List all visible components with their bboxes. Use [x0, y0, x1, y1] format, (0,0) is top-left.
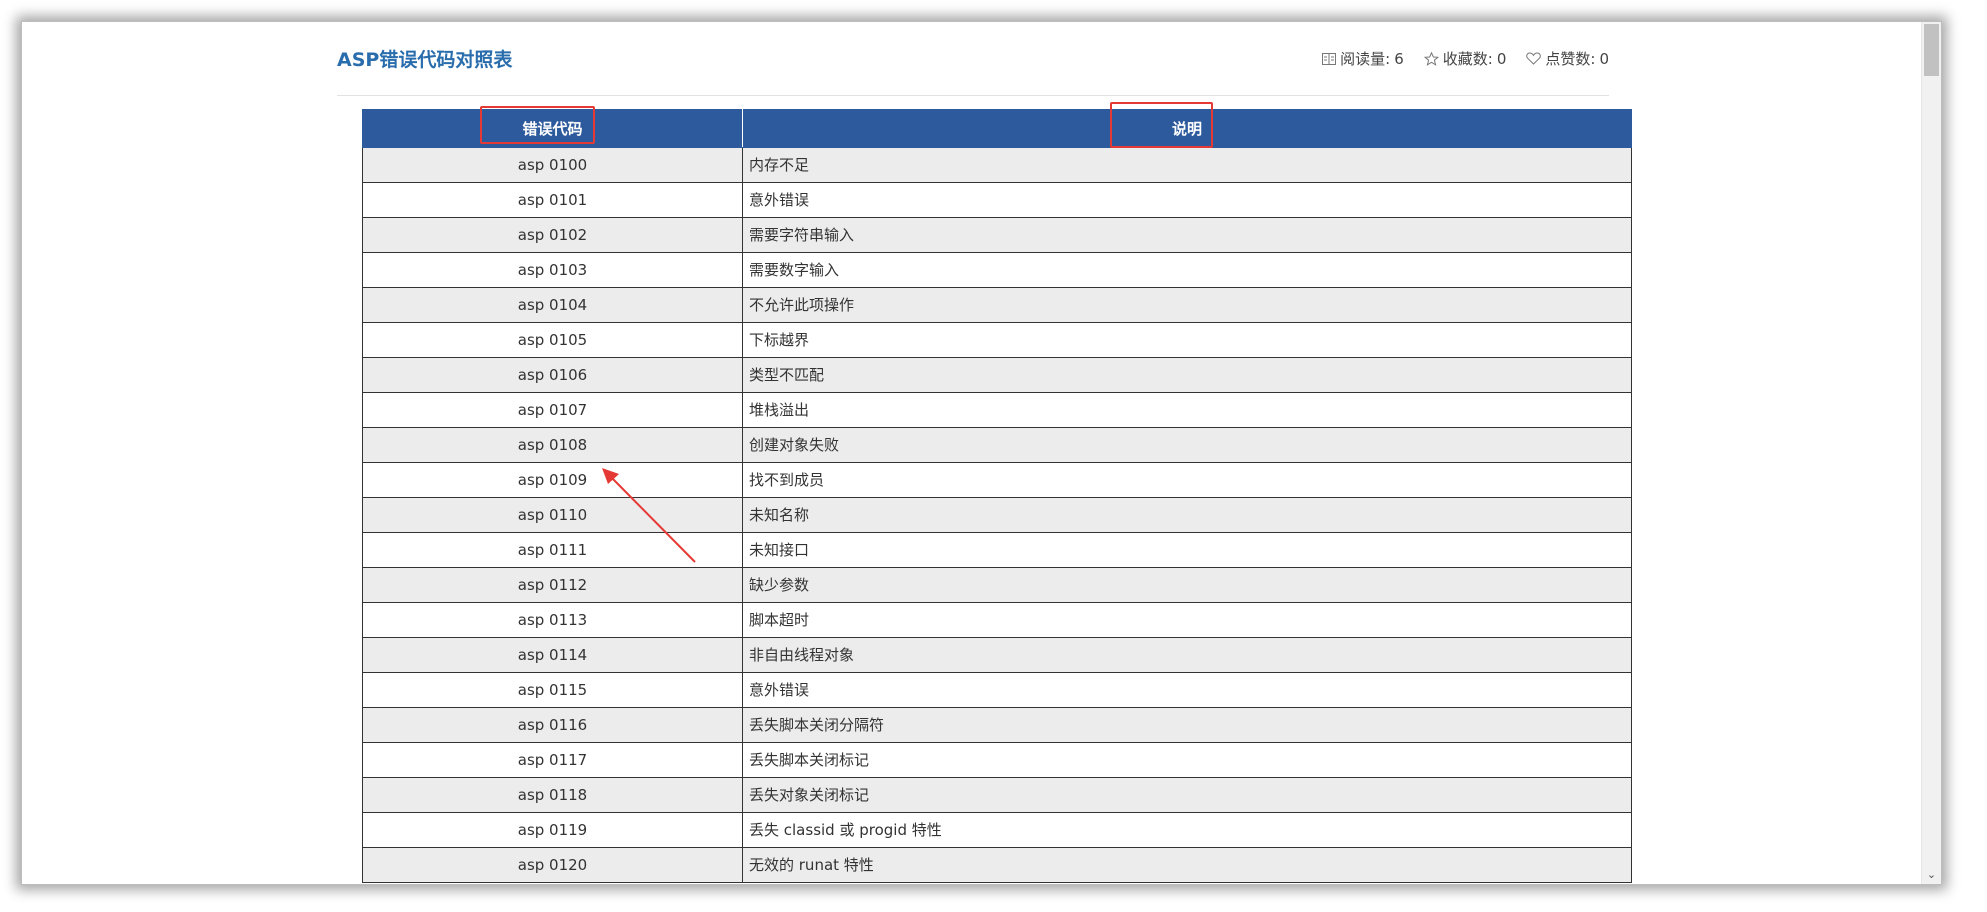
- error-code-cell: asp 0106: [362, 357, 743, 393]
- description-cell: 堆栈溢出: [742, 392, 1632, 428]
- error-code-cell: asp 0120: [362, 847, 743, 883]
- table-row: asp 0112 缺少参数: [362, 567, 1632, 603]
- description-cell: 创建对象失败: [742, 427, 1632, 463]
- favorite-count-label: 收藏数:: [1442, 50, 1493, 68]
- description-cell: 意外错误: [742, 182, 1632, 218]
- table-row: asp 0100 内存不足: [362, 147, 1632, 183]
- read-count-label: 阅读量:: [1340, 50, 1391, 68]
- book-icon: [1322, 52, 1337, 65]
- error-code-cell: asp 0110: [362, 497, 743, 533]
- error-code-cell: asp 0101: [362, 182, 743, 218]
- error-code-cell: asp 0105: [362, 322, 743, 358]
- header-bar: ASP错误代码对照表 阅读量: 6 收藏数: 0 点赞数: 0: [337, 22, 1609, 96]
- table-row: asp 0116 丢失脚本关闭分隔符: [362, 707, 1632, 743]
- table-row: asp 0102 需要字符串输入: [362, 217, 1632, 253]
- read-count-value: 6: [1394, 49, 1404, 68]
- error-code-cell: asp 0114: [362, 637, 743, 673]
- error-code-cell: asp 0109: [362, 462, 743, 498]
- description-cell: 未知名称: [742, 497, 1632, 533]
- like-count-label: 点赞数:: [1545, 50, 1596, 68]
- description-cell: 未知接口: [742, 532, 1632, 568]
- heart-icon: [1526, 52, 1542, 65]
- error-code-cell: asp 0107: [362, 392, 743, 428]
- error-code-cell: asp 0115: [362, 672, 743, 708]
- table-row: asp 0105 下标越界: [362, 322, 1632, 358]
- error-code-cell: asp 0111: [362, 532, 743, 568]
- description-cell: 需要字符串输入: [742, 217, 1632, 253]
- table-row: asp 0117 丢失脚本关闭标记: [362, 742, 1632, 778]
- read-count: 阅读量: 6: [1322, 48, 1404, 69]
- error-code-cell: asp 0112: [362, 567, 743, 603]
- favorite-count-value: 0: [1496, 49, 1507, 68]
- browser-window: ASP错误代码对照表 阅读量: 6 收藏数: 0 点赞数: 0 错误代码 说明 …: [22, 22, 1941, 884]
- description-cell: 非自由线程对象: [742, 637, 1632, 673]
- description-cell: 找不到成员: [742, 462, 1632, 498]
- table-row: asp 0110 未知名称: [362, 497, 1632, 533]
- like-count[interactable]: 点赞数: 0: [1526, 48, 1609, 69]
- description-cell: 丢失脚本关闭标记: [742, 742, 1632, 778]
- error-code-cell: asp 0113: [362, 602, 743, 638]
- star-icon: [1423, 51, 1439, 66]
- error-code-cell: asp 0117: [362, 742, 743, 778]
- error-code-cell: asp 0102: [362, 217, 743, 253]
- page-title: ASP错误代码对照表: [337, 49, 513, 71]
- description-cell: 丢失 classid 或 progid 特性: [742, 812, 1632, 848]
- error-code-cell: asp 0108: [362, 427, 743, 463]
- column-header-error-code: 错误代码: [362, 109, 743, 148]
- description-cell: 类型不匹配: [742, 357, 1632, 393]
- description-cell: 下标越界: [742, 322, 1632, 358]
- scrollbar-thumb[interactable]: [1924, 24, 1939, 76]
- table-row: asp 0115 意外错误: [362, 672, 1632, 708]
- table-row: asp 0109 找不到成员: [362, 462, 1632, 498]
- table-row: asp 0108 创建对象失败: [362, 427, 1632, 463]
- error-code-cell: asp 0103: [362, 252, 743, 288]
- table-row: asp 0104 不允许此项操作: [362, 287, 1632, 323]
- table-header-row: 错误代码 说明: [362, 109, 1632, 148]
- favorite-count[interactable]: 收藏数: 0: [1423, 48, 1507, 69]
- description-cell: 丢失脚本关闭分隔符: [742, 707, 1632, 743]
- description-cell: 意外错误: [742, 672, 1632, 708]
- page-content: ASP错误代码对照表 阅读量: 6 收藏数: 0 点赞数: 0 错误代码 说明 …: [22, 22, 1922, 884]
- table-row: asp 0103 需要数字输入: [362, 252, 1632, 288]
- description-cell: 缺少参数: [742, 567, 1632, 603]
- vertical-scrollbar[interactable]: ⌄: [1921, 22, 1941, 884]
- description-cell: 内存不足: [742, 147, 1632, 183]
- table-row: asp 0113 脚本超时: [362, 602, 1632, 638]
- table-body: asp 0100 内存不足 asp 0101 意外错误 asp 0102 需要字符串输入 a…: [362, 147, 1632, 883]
- description-cell: 丢失对象关闭标记: [742, 777, 1632, 813]
- error-code-cell: asp 0118: [362, 777, 743, 813]
- error-code-cell: asp 0116: [362, 707, 743, 743]
- like-count-value: 0: [1599, 49, 1609, 68]
- scroll-down-arrow-icon[interactable]: ⌄: [1922, 868, 1941, 882]
- error-code-table: 错误代码 说明 asp 0100 内存不足 asp 0101 意外错误 asp 0102…: [362, 109, 1632, 883]
- column-header-description: 说明: [742, 109, 1632, 148]
- description-cell: 脚本超时: [742, 602, 1632, 638]
- article-header: ASP错误代码对照表 阅读量: 6 收藏数: 0 点赞数: 0: [337, 22, 1609, 96]
- description-cell: 不允许此项操作: [742, 287, 1632, 323]
- table-row: asp 0114 非自由线程对象: [362, 637, 1632, 673]
- table-row: asp 0111 未知接口: [362, 532, 1632, 568]
- table-row: asp 0118 丢失对象关闭标记: [362, 777, 1632, 813]
- table-row: asp 0119 丢失 classid 或 progid 特性: [362, 812, 1632, 848]
- table-row: asp 0101 意外错误: [362, 182, 1632, 218]
- error-code-cell: asp 0119: [362, 812, 743, 848]
- article-stats: 阅读量: 6 收藏数: 0 点赞数: 0: [1322, 48, 1609, 69]
- table-row: asp 0106 类型不匹配: [362, 357, 1632, 393]
- error-code-cell: asp 0100: [362, 147, 743, 183]
- table-row: asp 0107 堆栈溢出: [362, 392, 1632, 428]
- table-row: asp 0120 无效的 runat 特性: [362, 847, 1632, 883]
- description-cell: 无效的 runat 特性: [742, 847, 1632, 883]
- description-cell: 需要数字输入: [742, 252, 1632, 288]
- error-code-cell: asp 0104: [362, 287, 743, 323]
